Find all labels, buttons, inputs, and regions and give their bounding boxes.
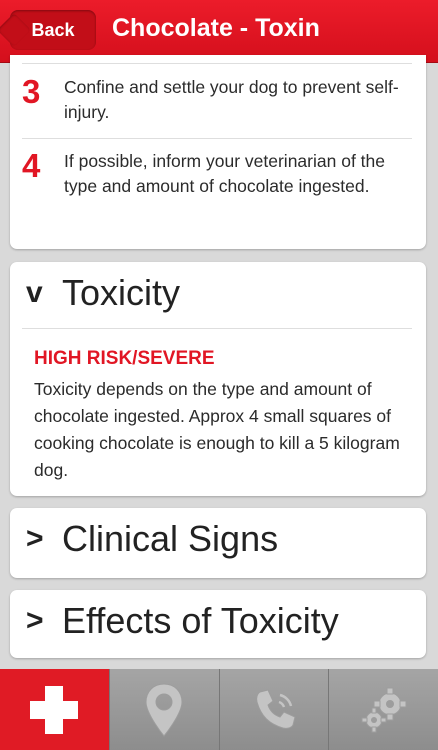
first-aid-cross-icon <box>30 685 79 734</box>
steps-card: 3 Confine and settle your dog to prevent… <box>10 55 426 249</box>
step-text: Confine and settle your dog to prevent s… <box>64 77 399 122</box>
step-item: 4 If possible, inform your veterinarian … <box>22 149 412 199</box>
step-text: If possible, inform your veterinarian of… <box>64 151 385 196</box>
toxicity-header[interactable]: v Toxicity <box>26 272 180 314</box>
map-pin-icon <box>145 682 183 737</box>
effects-of-toxicity-section[interactable]: > Effects of Toxicity <box>10 590 426 658</box>
gears-icon <box>361 687 407 732</box>
nav-header: Back Chocolate - Toxin <box>0 0 438 63</box>
step-item: 3 Confine and settle your dog to prevent… <box>22 75 412 125</box>
step-number: 4 <box>22 147 41 184</box>
tab-bar <box>0 669 438 750</box>
section-title: Clinical Signs <box>62 518 279 559</box>
toxicity-section: v Toxicity HIGH RISK/SEVERE Toxicity dep… <box>10 262 426 496</box>
clinical-signs-section[interactable]: > Clinical Signs <box>10 508 426 578</box>
chevron-right-icon: > <box>26 522 44 555</box>
risk-level: HIGH RISK/SEVERE <box>34 348 215 369</box>
tab-settings[interactable] <box>329 669 438 750</box>
divider <box>22 138 412 139</box>
tab-locations[interactable] <box>109 669 220 750</box>
section-title: Toxicity <box>62 272 181 313</box>
back-button[interactable]: Back <box>10 10 96 50</box>
tab-call[interactable] <box>219 669 330 750</box>
chevron-right-icon: > <box>26 604 44 637</box>
chevron-down-icon: v <box>26 276 43 309</box>
step-number: 3 <box>22 73 41 110</box>
page-title: Chocolate - Toxin <box>112 14 320 42</box>
divider <box>22 328 412 329</box>
toxicity-description: Toxicity depends on the type and amount … <box>34 379 400 480</box>
effects-header[interactable]: > Effects of Toxicity <box>26 600 339 642</box>
clinical-signs-header[interactable]: > Clinical Signs <box>26 518 278 560</box>
phone-icon <box>256 688 296 729</box>
divider <box>22 63 412 64</box>
tab-first-aid[interactable] <box>0 669 110 750</box>
back-button-label: Back <box>31 19 75 40</box>
section-title: Effects of Toxicity <box>62 600 339 641</box>
